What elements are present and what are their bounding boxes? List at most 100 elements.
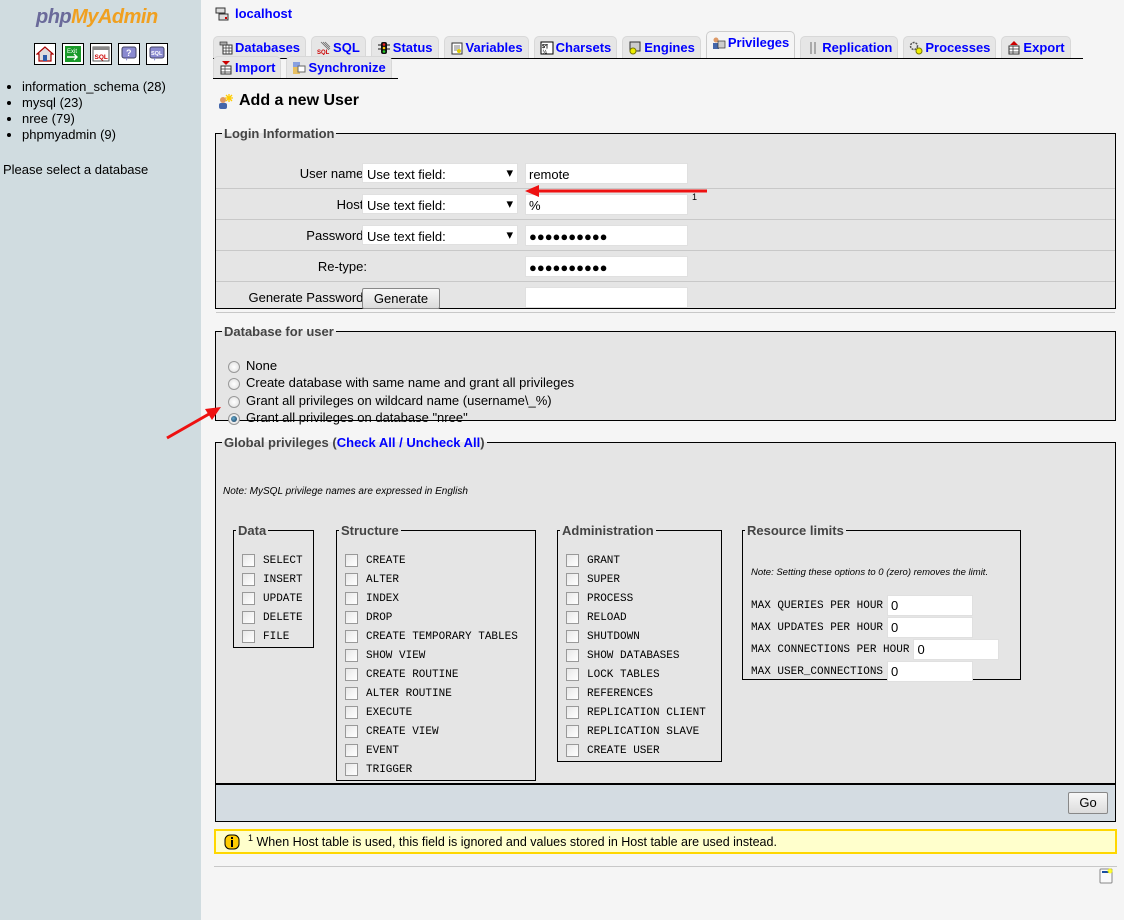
tab-sql[interactable]: SQL SQL — [311, 36, 366, 58]
radio-button-selected[interactable] — [228, 413, 240, 425]
sql-docs-icon[interactable]: SQL — [146, 43, 168, 65]
phpmyadmin-logo[interactable]: phpMyAdmin — [36, 6, 158, 29]
privilege-checkbox-row[interactable]: SHOW VIEW — [345, 649, 425, 662]
privilege-checkbox[interactable] — [345, 744, 358, 757]
privilege-checkbox[interactable] — [345, 668, 358, 681]
max-updates-input[interactable]: 0 — [887, 617, 974, 638]
retype-password-input[interactable]: ●●●●●●●●●● — [525, 256, 688, 277]
privilege-checkbox-row[interactable]: SUPER — [566, 573, 620, 586]
radio-button[interactable] — [228, 361, 240, 373]
home-icon[interactable] — [34, 43, 56, 65]
privilege-checkbox-row[interactable]: CREATE — [345, 554, 406, 567]
privilege-checkbox[interactable] — [566, 573, 579, 586]
privilege-checkbox-row[interactable]: UPDATE — [242, 592, 303, 605]
exit-icon[interactable]: Exit — [62, 43, 84, 65]
privilege-checkbox-row[interactable]: FILE — [242, 630, 289, 643]
privilege-checkbox-row[interactable]: CREATE TEMPORARY TABLES — [345, 630, 518, 643]
go-button[interactable]: Go — [1068, 792, 1108, 814]
db-option-none[interactable]: None — [228, 357, 277, 373]
privilege-checkbox[interactable] — [345, 687, 358, 700]
privilege-checkbox[interactable] — [566, 725, 579, 738]
privilege-checkbox[interactable] — [566, 630, 579, 643]
privilege-checkbox-row[interactable]: CREATE USER — [566, 744, 660, 757]
privilege-checkbox[interactable] — [566, 592, 579, 605]
privilege-checkbox-row[interactable]: PROCESS — [566, 592, 633, 605]
db-option-grant-nree[interactable]: Grant all privileges on database "nree" — [228, 409, 468, 425]
tab-synchronize[interactable]: Synchronize — [286, 56, 392, 78]
privilege-checkbox[interactable] — [242, 573, 255, 586]
tab-engines[interactable]: Engines — [622, 36, 701, 58]
privilege-checkbox[interactable] — [345, 649, 358, 662]
privilege-checkbox[interactable] — [345, 630, 358, 643]
documentation-icon[interactable]: ? — [118, 43, 140, 65]
privilege-checkbox[interactable] — [345, 554, 358, 567]
max-connections-input[interactable]: 0 — [913, 639, 1000, 660]
privilege-checkbox-row[interactable]: REFERENCES — [566, 687, 653, 700]
privilege-checkbox[interactable] — [566, 687, 579, 700]
tab-processes[interactable]: Processes — [903, 36, 997, 58]
privilege-checkbox[interactable] — [242, 630, 255, 643]
tab-charsets[interactable]: $¶ ½ Charsets — [533, 36, 618, 58]
privilege-checkbox[interactable] — [566, 668, 579, 681]
privilege-checkbox[interactable] — [242, 611, 255, 624]
password-type-select[interactable]: Use text field: — [362, 225, 518, 245]
privilege-checkbox-row[interactable]: GRANT — [566, 554, 620, 567]
privilege-checkbox[interactable] — [345, 611, 358, 624]
db-option-create-same-name[interactable]: Create database with same name and grant… — [228, 374, 574, 390]
privilege-checkbox[interactable] — [345, 592, 358, 605]
server-link[interactable]: localhost — [235, 6, 292, 21]
privilege-checkbox[interactable] — [242, 554, 255, 567]
privilege-checkbox-row[interactable]: INDEX — [345, 592, 399, 605]
privilege-checkbox-row[interactable]: EVENT — [345, 744, 399, 757]
privilege-checkbox-row[interactable]: ALTER ROUTINE — [345, 687, 452, 700]
privilege-checkbox-row[interactable]: INSERT — [242, 573, 303, 586]
privilege-checkbox[interactable] — [345, 763, 358, 776]
privilege-checkbox-row[interactable]: SELECT — [242, 554, 303, 567]
tab-export[interactable]: Export — [1001, 36, 1071, 58]
privilege-checkbox[interactable] — [566, 554, 579, 567]
privilege-checkbox-row[interactable]: CREATE ROUTINE — [345, 668, 458, 681]
generate-button[interactable]: Generate — [362, 288, 440, 309]
generated-password-input[interactable] — [525, 287, 688, 308]
privilege-checkbox[interactable] — [345, 706, 358, 719]
sql-query-window-icon[interactable]: SQL — [90, 43, 112, 65]
privilege-checkbox-row[interactable]: REPLICATION CLIENT — [566, 706, 706, 719]
privilege-checkbox-row[interactable]: SHUTDOWN — [566, 630, 640, 643]
database-item[interactable]: mysql (23) — [22, 95, 166, 111]
host-type-select[interactable]: Use text field: — [362, 194, 518, 214]
privilege-checkbox[interactable] — [345, 725, 358, 738]
radio-button[interactable] — [228, 378, 240, 390]
privilege-checkbox[interactable] — [566, 649, 579, 662]
privilege-checkbox-row[interactable]: DELETE — [242, 611, 303, 624]
tab-import[interactable]: Import — [213, 56, 282, 78]
privilege-checkbox-row[interactable]: RELOAD — [566, 611, 627, 624]
privilege-checkbox-row[interactable]: CREATE VIEW — [345, 725, 439, 738]
privilege-checkbox-row[interactable]: LOCK TABLES — [566, 668, 660, 681]
privilege-checkbox-row[interactable]: EXECUTE — [345, 706, 412, 719]
privilege-checkbox-row[interactable]: REPLICATION SLAVE — [566, 725, 699, 738]
tab-status[interactable]: Status — [370, 36, 439, 58]
tab-replication[interactable]: Replication — [800, 36, 899, 58]
uncheck-all-link[interactable]: Uncheck All — [406, 435, 480, 450]
privilege-checkbox-row[interactable]: TRIGGER — [345, 763, 412, 776]
privilege-checkbox[interactable] — [345, 573, 358, 586]
tab-variables[interactable]: Variables — [443, 36, 529, 58]
database-item[interactable]: information_schema (28) — [22, 79, 166, 95]
db-option-wildcard[interactable]: Grant all privileges on wildcard name (u… — [228, 392, 552, 408]
print-view-icon[interactable] — [1099, 868, 1113, 884]
username-type-select[interactable]: Use text field: — [362, 163, 518, 183]
privilege-checkbox-row[interactable]: ALTER — [345, 573, 399, 586]
tab-privileges[interactable]: Privileges — [705, 31, 796, 58]
privilege-checkbox[interactable] — [242, 592, 255, 605]
check-all-link[interactable]: Check All — [337, 435, 396, 450]
max-queries-input[interactable]: 0 — [887, 595, 974, 616]
privilege-checkbox-row[interactable]: DROP — [345, 611, 392, 624]
privilege-checkbox[interactable] — [566, 611, 579, 624]
privilege-checkbox[interactable] — [566, 744, 579, 757]
tab-databases[interactable]: Databases — [213, 36, 307, 58]
max-user-connections-input[interactable]: 0 — [887, 661, 974, 682]
radio-button[interactable] — [228, 396, 240, 408]
privilege-checkbox[interactable] — [566, 706, 579, 719]
privilege-checkbox-row[interactable]: SHOW DATABASES — [566, 649, 679, 662]
database-item[interactable]: phpmyadmin (9) — [22, 127, 166, 143]
